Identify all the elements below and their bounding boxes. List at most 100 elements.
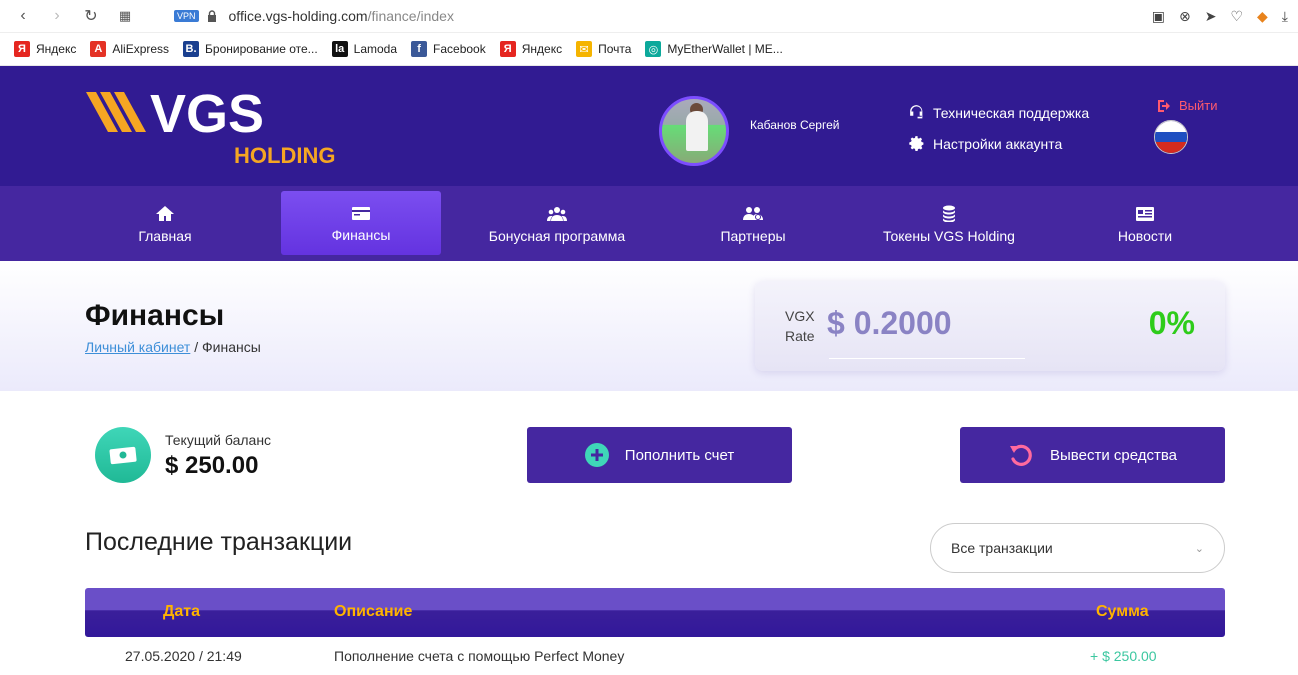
chevron-down-icon: ⌄: [1194, 542, 1204, 555]
svg-text:VGS: VGS: [150, 88, 264, 144]
bookmark-label: AliExpress: [112, 42, 170, 56]
gear-icon: [909, 136, 924, 151]
blocker-icon[interactable]: ⊗: [1179, 8, 1191, 25]
home-icon: [156, 205, 174, 221]
title-section: Финансы Личный кабинет / Финансы VGX Rate…: [0, 261, 1298, 391]
main-nav: Главная Финансы Бонусная программа Партнеры…: [0, 186, 1298, 261]
nav-label: Токены VGS Holding: [883, 227, 1015, 244]
bookmark-item[interactable]: Я Яндекс: [499, 41, 563, 57]
vgx-rate-card: VGX Rate $ 0.2000 0%: [755, 281, 1225, 371]
support-label: Техническая поддержка: [933, 104, 1090, 121]
headset-icon: [910, 105, 923, 119]
address-bar[interactable]: office.vgs-holding.com/finance/index: [229, 8, 454, 24]
undo-icon: [1010, 444, 1032, 466]
vpn-badge[interactable]: VPN: [174, 10, 199, 22]
filter-value: Все транзакции: [951, 540, 1053, 556]
yandex-icon: Я: [499, 41, 516, 57]
bookmark-item[interactable]: ✉ Почта: [576, 41, 631, 57]
reload-icon[interactable]: ↻: [78, 3, 104, 29]
nav-item-5[interactable]: Новости: [1047, 186, 1243, 261]
bookmarks-bar: Я Яндекс A AliExpress B. Бронирование оте... l…: [0, 33, 1298, 66]
nav-item-1[interactable]: Финансы: [281, 191, 441, 255]
breadcrumb-separator: /: [190, 339, 202, 355]
yandex-icon: Я: [14, 41, 30, 57]
bookmark-label: Яндекс: [36, 42, 77, 56]
lamoda-icon: la: [331, 41, 348, 57]
nav-item-4[interactable]: Токены VGS Holding: [851, 186, 1047, 261]
partners-icon: [743, 206, 763, 220]
rate-divider: [829, 358, 1025, 359]
bookmark-item[interactable]: ◎ MyEtherWallet | ME...: [645, 41, 783, 57]
users-icon: [547, 206, 567, 221]
row-description: Пополнение счета с помощью Perfect Money: [334, 648, 625, 664]
facebook-icon: f: [411, 41, 428, 57]
nav-item-0[interactable]: Главная: [67, 186, 263, 261]
nav-label: Новости: [1117, 227, 1173, 244]
back-icon[interactable]: ‹: [10, 3, 36, 29]
bookmark-label: Lamoda: [353, 42, 398, 56]
forward-icon[interactable]: ›: [44, 3, 70, 29]
bookmark-label: MyEtherWallet | ME...: [667, 42, 783, 56]
logout-link[interactable]: Выйти: [1157, 98, 1218, 113]
bookmark-label: Facebook: [433, 42, 486, 56]
page-title: Финансы: [85, 299, 225, 332]
nav-label: Главная: [138, 227, 192, 244]
card-icon: [352, 207, 370, 220]
balance-value: $ 250.00: [165, 452, 259, 479]
plus-circle-icon: [584, 443, 609, 467]
transactions-filter-select[interactable]: Все транзакции ⌄: [930, 523, 1225, 573]
rate-label: VGX Rate: [785, 308, 815, 344]
coins-icon: [943, 205, 955, 222]
url-domain: office.vgs-holding.com: [228, 8, 368, 24]
download-icon[interactable]: ⤓: [1282, 8, 1288, 25]
language-flag-ru[interactable]: [1154, 120, 1188, 154]
svg-text:HOLDING: HOLDING: [234, 143, 335, 168]
bookmark-item[interactable]: la Lamoda: [331, 41, 398, 57]
logout-label: Выйти: [1179, 98, 1218, 113]
breadcrumb-current: Финансы: [202, 339, 261, 355]
nav-label: Бонусная программа: [488, 227, 626, 244]
account-settings-link[interactable]: Настройки аккаунта: [908, 135, 1062, 152]
url-path: /finance/index: [367, 8, 454, 24]
nav-item-2[interactable]: Бонусная программа: [459, 186, 655, 261]
settings-label: Настройки аккаунта: [933, 135, 1063, 152]
transactions-table-header: Дата Описание Сумма: [85, 588, 1225, 637]
avatar[interactable]: [659, 96, 729, 166]
send-icon[interactable]: ➤: [1205, 8, 1217, 25]
aliexpress-icon: A: [90, 41, 107, 57]
bookmark-item[interactable]: A AliExpress: [90, 41, 169, 57]
support-link[interactable]: Техническая поддержка: [908, 104, 1089, 121]
nav-item-3[interactable]: Партнеры: [655, 186, 851, 261]
news-icon: [1136, 206, 1154, 221]
tabs-grid-icon[interactable]: ▦: [112, 3, 138, 29]
column-header-amount: Сумма: [1096, 603, 1149, 620]
column-header-date: Дата: [163, 603, 201, 620]
deposit-label: Пополнить счет: [624, 446, 735, 464]
transactions-title: Последние транзакции: [85, 528, 353, 556]
browser-toolbar: ‹ › ↻ ▦ VPN office.vgs-holding.com/finan…: [0, 0, 1298, 33]
camera-icon[interactable]: ▣: [1152, 8, 1165, 25]
bookmark-label: Почта: [598, 42, 632, 56]
breadcrumb: Личный кабинет / Финансы: [85, 339, 261, 355]
withdraw-button[interactable]: Вывести средства: [960, 427, 1225, 483]
myetherwallet-icon: ◎: [645, 41, 662, 57]
vgs-logo[interactable]: VGS HOLDING: [84, 88, 349, 168]
bookmark-item[interactable]: B. Бронирование оте...: [183, 41, 318, 57]
bookmark-label: Яндекс: [521, 42, 563, 56]
column-header-description: Описание: [334, 603, 413, 620]
row-date: 27.05.2020 / 21:49: [125, 648, 242, 664]
bookmark-item[interactable]: Я Яндекс: [14, 41, 76, 57]
withdraw-label: Вывести средства: [1050, 446, 1177, 464]
username[interactable]: Кабанов Сергей: [750, 118, 839, 132]
row-amount: + $ 250.00: [1090, 648, 1157, 664]
nav-label: Партнеры: [720, 227, 786, 244]
lock-icon: [207, 10, 216, 22]
balance-label: Текущий баланс: [165, 432, 272, 448]
booking-icon: B.: [183, 41, 200, 57]
deposit-button[interactable]: Пополнить счет: [527, 427, 792, 483]
bookmark-label: Бронирование оте...: [205, 42, 318, 56]
bookmark-item[interactable]: f Facebook: [411, 41, 486, 57]
extension-icon[interactable]: ◆: [1257, 8, 1268, 25]
heart-icon[interactable]: ♡: [1230, 8, 1243, 25]
breadcrumb-home-link[interactable]: Личный кабинет: [85, 339, 190, 355]
